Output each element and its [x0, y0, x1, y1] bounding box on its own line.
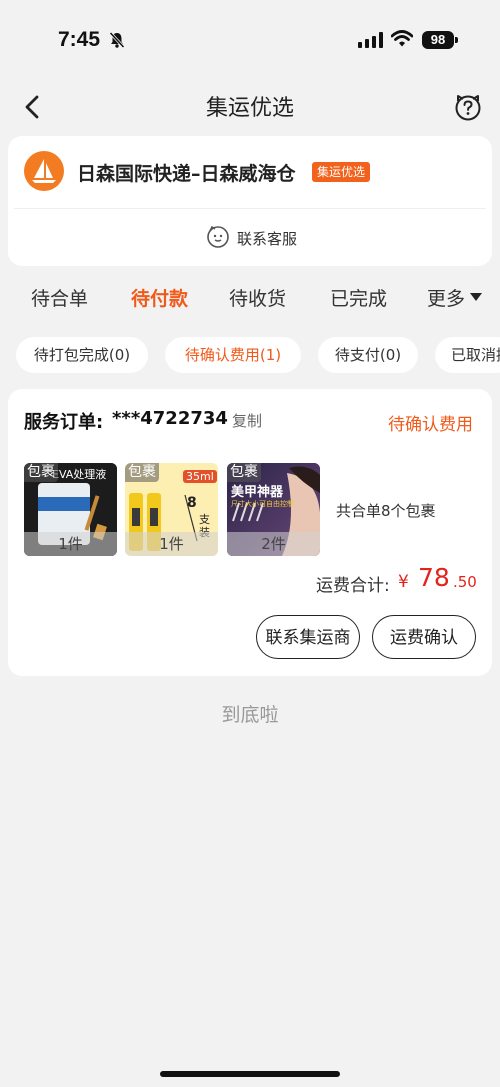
- battery-indicator: 98: [422, 31, 454, 49]
- total-label: 运费合计:: [316, 576, 390, 596]
- status-time: 7:45: [58, 28, 101, 51]
- contact-forwarder-button[interactable]: 联系集运商: [256, 615, 360, 659]
- package-quantity: 1件: [24, 532, 117, 556]
- chip-pending-packing[interactable]: 待打包完成(0): [16, 337, 148, 373]
- store-badge: 集运优选: [312, 162, 371, 182]
- package-summary: 共合单8个包裹: [336, 502, 436, 520]
- product-image-text: 美甲神器: [231, 485, 284, 500]
- chip-pending-pay[interactable]: 待支付(0): [318, 337, 418, 373]
- package-thumbnail[interactable]: EVA处理液 包裹 1件: [24, 463, 117, 556]
- mute-bell-icon: [109, 31, 125, 49]
- total-amount-integer: 78: [418, 563, 450, 592]
- package-tag: 包裹: [125, 463, 159, 482]
- order-number: ***4722734: [112, 408, 228, 429]
- end-of-list-text: 到底啦: [221, 704, 279, 726]
- contact-service-label[interactable]: 联系客服: [237, 228, 297, 249]
- tab-pending-payment[interactable]: 待付款: [131, 284, 188, 311]
- package-thumbnail[interactable]: 美甲神器 尺寸大小可自由控制 包裹 2件: [227, 463, 320, 556]
- sailboat-logo-icon: [32, 159, 56, 183]
- package-quantity: 2件: [227, 532, 320, 556]
- tab-pending-merge[interactable]: 待合单: [31, 284, 88, 311]
- battery-tip: [455, 37, 458, 43]
- store-name[interactable]: 日森国际快递–日森威海仓: [77, 159, 296, 186]
- product-count-text: 8: [187, 495, 197, 511]
- package-thumbnail[interactable]: 35ml 8 支装 包裹 1件: [125, 463, 218, 556]
- home-indicator[interactable]: [160, 1071, 340, 1077]
- chip-pending-fee-confirm[interactable]: 待确认费用(1): [165, 337, 301, 373]
- total-currency: ¥: [398, 572, 409, 592]
- order-status: 待确认费用: [388, 415, 473, 435]
- customer-service-icon[interactable]: [206, 224, 230, 248]
- chevron-down-icon[interactable]: [469, 292, 483, 302]
- package-quantity: 1件: [125, 532, 218, 556]
- product-image-text: EVA处理液: [52, 468, 107, 481]
- total-amount-decimal: .50: [453, 573, 477, 591]
- confirm-fee-button[interactable]: 运费确认: [372, 615, 476, 659]
- copy-button[interactable]: 复制: [232, 410, 262, 431]
- product-size-badge: 35ml: [183, 470, 217, 483]
- package-tag: 包裹: [227, 463, 261, 482]
- divider: [14, 208, 486, 209]
- package-tag: 包裹: [24, 463, 58, 482]
- help-icon[interactable]: [453, 92, 483, 122]
- cellular-signal-icon: [358, 32, 383, 48]
- tab-more[interactable]: 更多: [427, 284, 465, 311]
- tab-pending-receipt[interactable]: 待收货: [229, 284, 286, 311]
- wifi-icon: [391, 30, 413, 47]
- order-label: 服务订单:: [24, 412, 104, 433]
- page-title: 集运优选: [205, 96, 294, 121]
- chip-cancelled[interactable]: 已取消接: [435, 337, 500, 373]
- product-image-subtext: 尺寸大小可自由控制: [231, 500, 294, 508]
- store-logo: [24, 151, 64, 191]
- tab-completed[interactable]: 已完成: [330, 284, 387, 311]
